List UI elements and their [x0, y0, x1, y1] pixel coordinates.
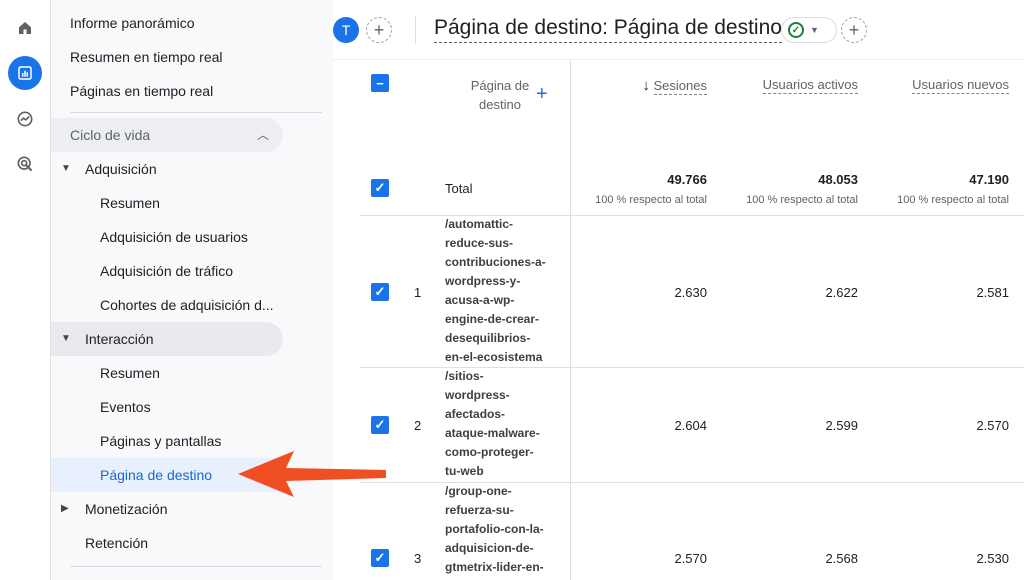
row-checkbox[interactable]: ✓: [371, 283, 389, 301]
page-title: Página de destino: Página de destino: [434, 16, 782, 43]
nav-item-adq-usuarios[interactable]: Adquisición de usuarios: [51, 220, 283, 254]
header-divider: [415, 16, 416, 44]
total-usuarios-nuevos: 47.190: [969, 172, 1009, 187]
total-sesiones: 49.766: [667, 172, 707, 187]
nav-paginas-tiempo-real[interactable]: Páginas en tiempo real: [51, 74, 283, 108]
home-icon[interactable]: [8, 11, 42, 45]
icon-rail: [0, 0, 51, 580]
nav-item-adq-resumen[interactable]: Resumen: [51, 186, 283, 220]
nav-informe-panoramico[interactable]: Informe panorámico: [51, 6, 283, 40]
path-line: como-proteger-: [445, 445, 534, 459]
path-line: wordpress-: [445, 388, 510, 402]
path-line: /group-one-: [445, 484, 512, 498]
path-line: engine-de-crear-: [445, 312, 540, 326]
group-label: Monetización: [85, 501, 168, 517]
section-label: Ciclo de vida: [70, 127, 151, 143]
path-line: gtmetrix-lider-en-: [445, 560, 544, 574]
path-line: refuerza-su-: [445, 503, 514, 517]
row-number: 2: [414, 418, 422, 433]
nav-group-retencion[interactable]: Retención: [51, 526, 283, 560]
path-line: /sitios-: [445, 369, 484, 383]
add-filter-button[interactable]: +: [841, 17, 867, 43]
total-usuarios-nuevos-pct: 100 % respecto al total: [897, 194, 1009, 206]
add-comparison-button[interactable]: +: [366, 17, 392, 43]
nav-section-ciclo-de-vida[interactable]: Ciclo de vida ︿: [51, 118, 283, 152]
nav-group-adquisicion[interactable]: ▼ Adquisición: [51, 152, 283, 186]
caret-down-icon: ▼: [61, 163, 71, 174]
advertising-icon[interactable]: [8, 147, 42, 181]
cell-usuarios-activos: 2.622: [825, 285, 858, 300]
cell-sesiones: 2.604: [674, 418, 707, 433]
total-row-checkbox[interactable]: ✓: [371, 179, 389, 197]
select-all-checkbox[interactable]: −: [371, 74, 389, 92]
nav-divider: [70, 112, 322, 113]
row-number: 3: [414, 551, 422, 566]
column-divider: [570, 60, 571, 580]
row-checkbox[interactable]: ✓: [371, 416, 389, 434]
chevron-up-icon: ︿: [256, 128, 269, 142]
check-circle-icon: ✓: [788, 22, 804, 38]
landing-page-path[interactable]: /group-one- refuerza-su- portafolio-con-…: [445, 482, 560, 577]
row-number: 1: [414, 285, 422, 300]
path-line: /automattic-: [445, 217, 514, 231]
nav-item-adq-cohortes[interactable]: Cohortes de adquisición d...: [51, 288, 283, 322]
nav-item-int-eventos[interactable]: Eventos: [51, 390, 283, 424]
header-usuarios-nuevos[interactable]: Usuarios nuevos: [880, 77, 1009, 94]
path-line: afectados-: [445, 407, 506, 421]
header-usuarios-activos[interactable]: Usuarios activos: [730, 77, 858, 94]
total-sesiones-pct: 100 % respecto al total: [595, 194, 707, 206]
cell-usuarios-activos: 2.599: [825, 418, 858, 433]
annotation-arrow-icon: [238, 451, 386, 497]
header-label: Usuarios nuevos: [912, 77, 1009, 94]
header-label: Sesiones: [653, 78, 707, 95]
cell-sesiones: 2.630: [674, 285, 707, 300]
explore-icon[interactable]: [8, 102, 42, 136]
header-pagina-destino[interactable]: Página de destino: [460, 76, 540, 114]
data-table: − Página de destino + ↓ Sesiones Usuario…: [360, 60, 1024, 580]
add-dimension-button[interactable]: +: [536, 83, 548, 106]
path-line: adquisicion-de-: [445, 541, 534, 555]
nav-resumen-tiempo-real[interactable]: Resumen en tiempo real: [51, 40, 283, 74]
landing-page-path[interactable]: /automattic- reduce-sus- contribuciones-…: [445, 215, 560, 367]
landing-page-path[interactable]: /sitios- wordpress- afectados- ataque-ma…: [445, 367, 560, 481]
nav-group-interaccion[interactable]: ▼ Interacción: [51, 322, 283, 356]
report-header: T + Página de destino: Página de destino…: [333, 0, 1024, 60]
nav-item-adq-trafico[interactable]: Adquisición de tráfico: [51, 254, 283, 288]
cell-sesiones: 2.570: [674, 551, 707, 566]
header-sesiones[interactable]: ↓ Sesiones: [615, 77, 707, 95]
cell-usuarios-activos: 2.568: [825, 551, 858, 566]
comparison-avatar[interactable]: T: [333, 17, 359, 43]
sort-down-icon: ↓: [642, 77, 650, 94]
path-line: acusa-a-wp-: [445, 293, 515, 307]
cell-usuarios-nuevos: 2.581: [976, 285, 1009, 300]
group-label: Adquisición: [85, 161, 157, 177]
row-checkbox[interactable]: ✓: [371, 549, 389, 567]
path-line: desequilibrios-: [445, 331, 531, 345]
path-line: portafolio-con-la-: [445, 522, 544, 536]
path-line: en-el-ecosistema: [445, 350, 543, 364]
cell-usuarios-nuevos: 2.530: [976, 551, 1009, 566]
path-line: ataque-malware-: [445, 426, 540, 440]
dropdown-arrow-icon: ▼: [810, 25, 819, 35]
path-line: tu-web: [445, 464, 484, 478]
data-quality-dropdown[interactable]: ✓ ▼: [781, 17, 837, 43]
total-label: Total: [445, 181, 473, 196]
path-line: wordpress-y-: [445, 274, 521, 288]
total-usuarios-activos: 48.053: [818, 172, 858, 187]
group-label: Interacción: [85, 331, 154, 347]
caret-down-icon: ▼: [61, 333, 71, 344]
path-line: reduce-sus-: [445, 236, 514, 250]
total-usuarios-activos-pct: 100 % respecto al total: [746, 194, 858, 206]
reports-icon[interactable]: [8, 56, 42, 90]
header-label: Usuarios activos: [762, 77, 858, 94]
path-line: contribuciones-a-: [445, 255, 546, 269]
caret-right-icon: ▶: [61, 503, 69, 514]
nav-item-int-resumen[interactable]: Resumen: [51, 356, 283, 390]
nav-divider: [70, 566, 322, 567]
cell-usuarios-nuevos: 2.570: [976, 418, 1009, 433]
